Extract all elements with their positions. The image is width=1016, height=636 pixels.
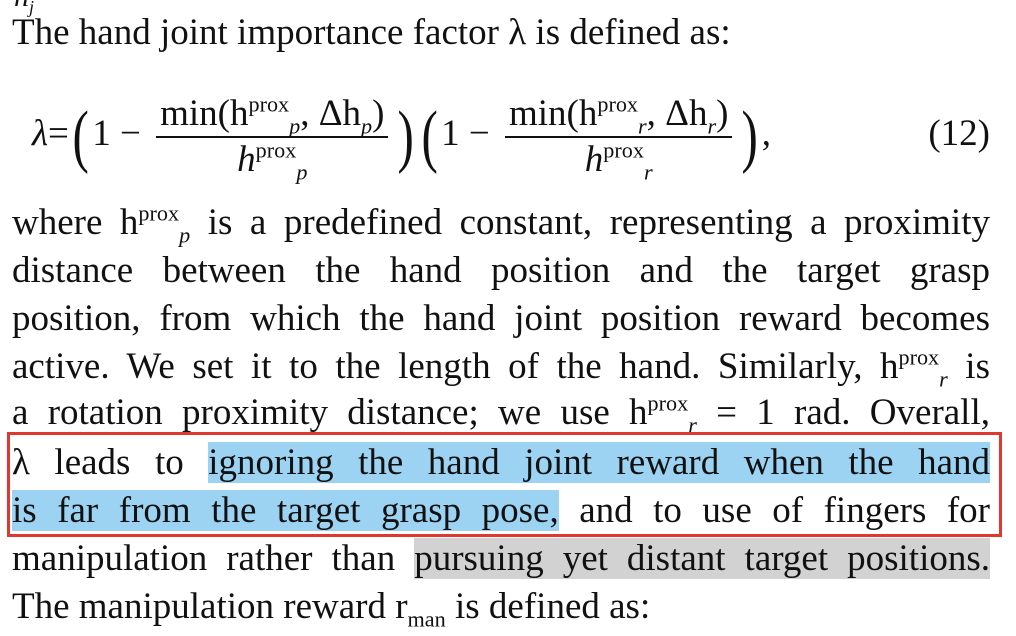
body-line-5: a rotation proximity distance; we use hp… xyxy=(12,390,990,438)
body-line-9: The manipulation reward rman is defined … xyxy=(12,586,651,632)
minus-sign: − xyxy=(119,113,141,154)
equation-12: λ=(1 − min(hproxp, Δhp) hproxp )(1 − min… xyxy=(12,84,990,184)
selection-box xyxy=(7,432,1002,537)
fraction-p: min(hproxp, Δhp) hproxp xyxy=(156,92,389,183)
equation-number: (12) xyxy=(928,113,990,154)
equation-lhs: λ xyxy=(32,113,49,154)
fraction-r: min(hproxr, Δhr) hproxr xyxy=(504,92,733,183)
body-line-2: distance between the hand position and t… xyxy=(12,250,990,291)
highlight-gray[interactable]: pursuing yet distant target positions. xyxy=(414,538,990,579)
body-line-8: manipulation rather than pursuing yet di… xyxy=(12,538,990,579)
body-line-4: active. We set it to the length of the h… xyxy=(12,344,990,392)
body-line-3: position, from which the hand joint posi… xyxy=(12,298,990,339)
intro-line: The hand joint importance factor λ is de… xyxy=(12,12,731,53)
body-line-1: where hproxp is a predefined constant, r… xyxy=(12,200,990,248)
one-term: 1 xyxy=(92,113,111,154)
